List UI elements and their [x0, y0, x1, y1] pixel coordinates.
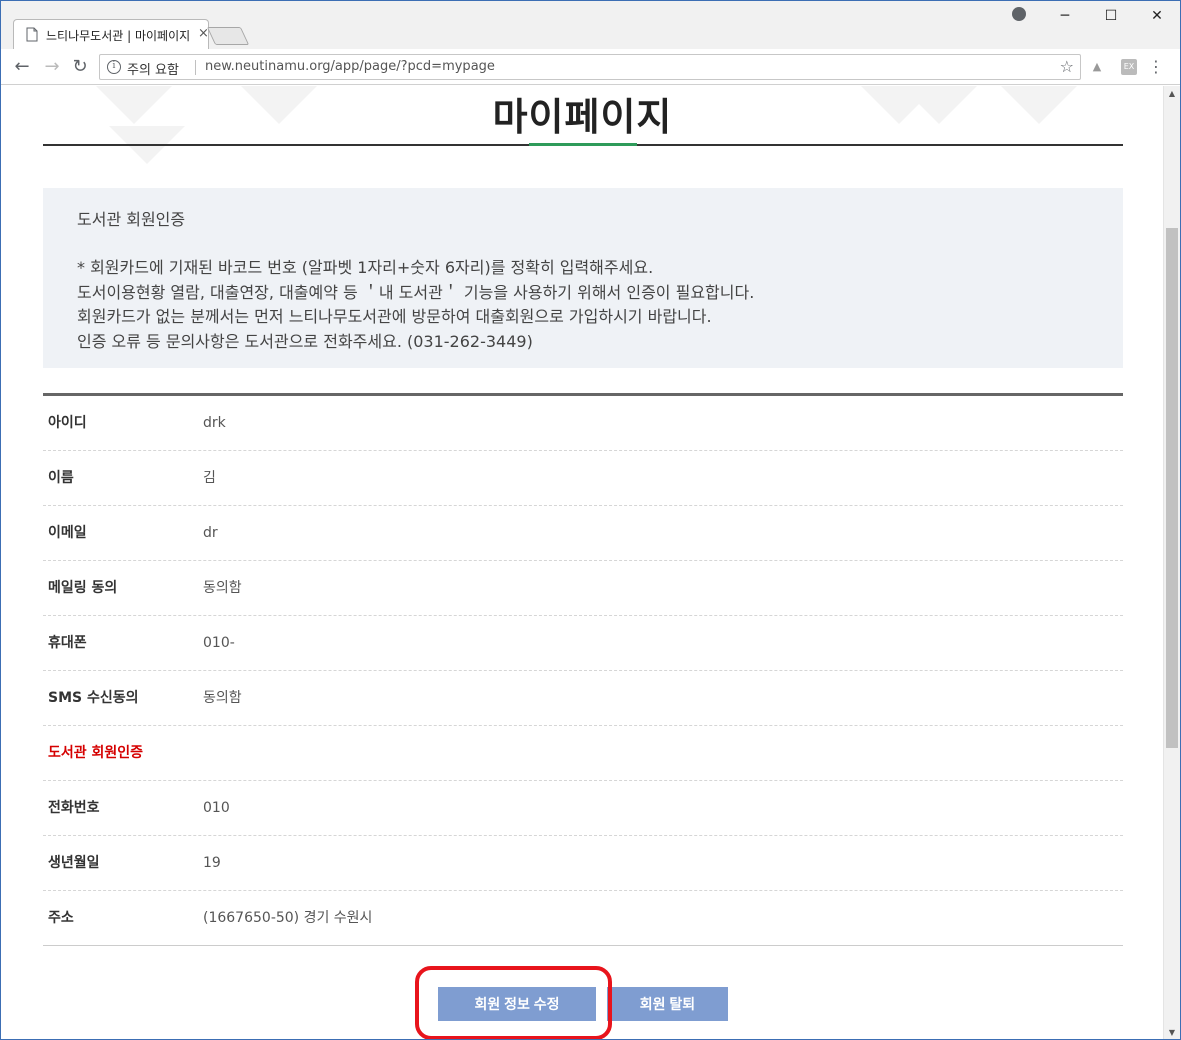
- browser-toolbar: ← → ↻ i 주의 요함 new.neutinamu.org/app/page…: [1, 49, 1180, 85]
- row-label-birthdate: 생년월일: [48, 855, 100, 871]
- window-controls: ─ ☐ ✕: [996, 1, 1180, 31]
- notice-line: 도서이용현황 열람, 대출연장, 대출예약 등 ＇내 도서관＇ 기능을 사용하기…: [77, 282, 755, 302]
- scroll-down-arrow-icon[interactable]: ▼: [1164, 1025, 1180, 1039]
- row-label-address: 주소: [48, 910, 74, 926]
- row-value-sms: 동의함: [203, 690, 242, 706]
- page-icon: [26, 27, 38, 42]
- notice-line: * 회원카드에 기재된 바코드 번호 (알파벳 1자리+숫자 6자리)를 정확히…: [77, 258, 654, 277]
- table-row: 메일링 동의 동의함: [43, 561, 1123, 616]
- row-label-phone: 전화번호: [48, 800, 100, 816]
- close-button[interactable]: ✕: [1134, 8, 1180, 24]
- notice-box: 도서관 회원인증 * 회원카드에 기재된 바코드 번호 (알파벳 1자리+숫자 …: [43, 188, 1123, 368]
- browser-window: 느티나무도서관 | 마이페이지 × ─ ☐ ✕ ← → ↻ i 주의 요함 ne…: [0, 0, 1181, 1040]
- scroll-thumb[interactable]: [1166, 228, 1178, 748]
- row-value-mailing: 동의함: [203, 580, 242, 596]
- security-label[interactable]: 주의 요함: [127, 59, 179, 78]
- row-value-mobile: 010-: [203, 635, 235, 651]
- table-row: 도서관 회원인증: [43, 726, 1123, 781]
- table-row: 주소 (1667650-50) 경기 수원시: [43, 891, 1123, 946]
- row-value-name: 김: [203, 470, 216, 486]
- notice-line: 인증 오류 등 문의사항은 도서관으로 전화주세요. (031-262-3449…: [77, 331, 533, 351]
- withdraw-member-button[interactable]: 회원 탈퇴: [607, 987, 728, 1021]
- table-row: 전화번호 010: [43, 781, 1123, 836]
- browser-tab[interactable]: 느티나무도서관 | 마이페이지 ×: [13, 19, 209, 49]
- row-value-id: drk: [203, 415, 226, 431]
- row-label-email: 이메일: [48, 525, 87, 541]
- reload-icon[interactable]: ↻: [69, 56, 91, 78]
- member-info-table: 아이디 drk 이름 김 이메일 dr 메일링 동의 동의함 휴대폰 010- …: [43, 393, 1123, 946]
- table-row: 생년월일 19: [43, 836, 1123, 891]
- row-value-address: (1667650-50) 경기 수원시: [203, 910, 373, 926]
- page-title: 마이페이지: [492, 95, 673, 139]
- extension-icon[interactable]: EX: [1121, 59, 1137, 75]
- info-icon[interactable]: i: [107, 60, 121, 74]
- profile-icon: [1012, 7, 1026, 21]
- divider: [195, 60, 196, 75]
- url-text[interactable]: new.neutinamu.org/app/page/?pcd=mypage: [205, 59, 495, 74]
- scroll-up-arrow-icon[interactable]: ▲: [1164, 86, 1180, 102]
- page-viewport: 마이페이지 도서관 회원인증 * 회원카드에 기재된 바코드 번호 (알파벳 1…: [1, 86, 1164, 1039]
- vertical-scrollbar[interactable]: ▲ ▼: [1163, 86, 1180, 1039]
- forward-icon[interactable]: →: [41, 56, 63, 78]
- new-tab-button[interactable]: [206, 27, 250, 45]
- row-label-mailing: 메일링 동의: [48, 580, 118, 596]
- row-value-phone: 010: [203, 800, 230, 816]
- tab-title: 느티나무도서관 | 마이페이지: [46, 29, 191, 43]
- notice-line: 회원카드가 없는 분께서는 먼저 느티나무도서관에 방문하여 대출회원으로 가입…: [77, 307, 712, 326]
- table-row: 아이디 drk: [43, 396, 1123, 451]
- minimize-button[interactable]: ─: [1042, 8, 1088, 24]
- menu-icon[interactable]: ⋮: [1148, 57, 1164, 76]
- highlight-annotation: [415, 966, 612, 1039]
- row-label-mobile: 휴대폰: [48, 635, 87, 651]
- row-label-library-auth: 도서관 회원인증: [48, 745, 144, 761]
- row-value-email: dr: [203, 525, 218, 541]
- back-icon[interactable]: ←: [11, 56, 33, 78]
- table-row: 이메일 dr: [43, 506, 1123, 561]
- maximize-button[interactable]: ☐: [1088, 8, 1134, 24]
- table-row: 휴대폰 010-: [43, 616, 1123, 671]
- address-bar[interactable]: i 주의 요함 new.neutinamu.org/app/page/?pcd=…: [99, 54, 1081, 80]
- profile-button[interactable]: [996, 7, 1042, 25]
- row-label-name: 이름: [48, 470, 74, 486]
- row-value-birthdate: 19: [203, 855, 221, 871]
- row-label-id: 아이디: [48, 415, 87, 431]
- notice-heading: 도서관 회원인증: [77, 210, 186, 229]
- row-label-sms: SMS 수신동의: [48, 690, 139, 706]
- star-icon[interactable]: ☆: [1060, 57, 1074, 76]
- table-row: SMS 수신동의 동의함: [43, 671, 1123, 726]
- title-accent-bar: [529, 143, 637, 146]
- table-row: 이름 김: [43, 451, 1123, 506]
- tab-strip: 느티나무도서관 | 마이페이지 × ─ ☐ ✕: [1, 1, 1180, 49]
- pdf-extension-icon[interactable]: ▲: [1089, 59, 1105, 75]
